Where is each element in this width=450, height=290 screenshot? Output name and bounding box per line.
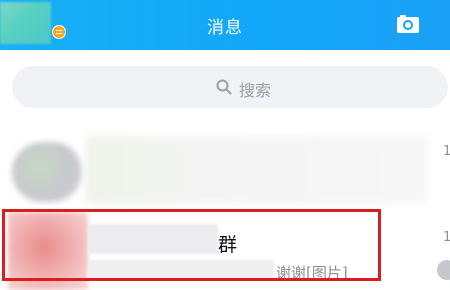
page-title: 消息 — [207, 18, 243, 38]
search-placeholder: 搜索 — [239, 81, 272, 100]
message-preview-blurred — [88, 260, 274, 280]
group-avatar — [8, 212, 88, 290]
message-preview: 谢谢[图片] — [276, 264, 348, 282]
conversation-preview-blurred — [86, 136, 428, 204]
conversation-avatar — [12, 142, 82, 202]
top-bar: 消息 — [0, 0, 450, 50]
conversation-time: 1 — [443, 144, 450, 159]
group-name-blurred — [88, 224, 218, 254]
unread-badge — [437, 260, 450, 280]
group-name: 群 — [218, 234, 238, 256]
camera-icon[interactable] — [396, 12, 420, 36]
conversation-time: 1 — [443, 230, 450, 245]
search-icon — [216, 79, 232, 95]
